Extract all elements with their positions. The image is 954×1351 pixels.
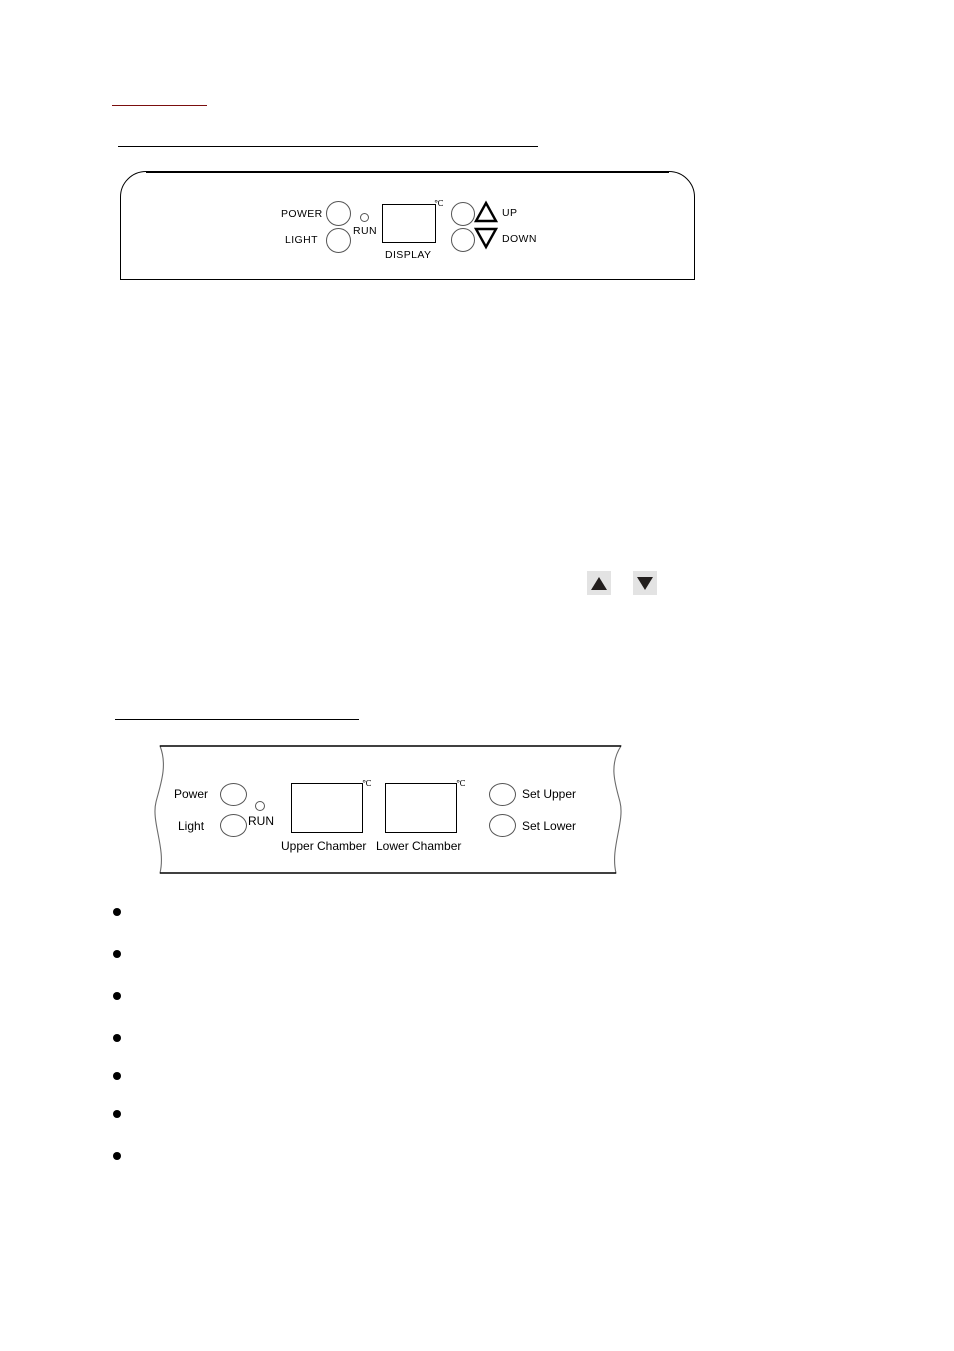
- panel-two-upper-chamber-unit: ℃: [362, 778, 372, 788]
- panel-two-power-button[interactable]: [220, 783, 247, 806]
- list-item-bullet: [113, 1152, 121, 1160]
- heading-rule-black-upper: [118, 146, 538, 147]
- panel-one-light-label: LIGHT: [285, 234, 318, 246]
- triangle-up-icon: [474, 200, 498, 223]
- list-item-bullet: [113, 1072, 121, 1080]
- inline-up-triangle-icon: [587, 571, 611, 595]
- panel-one-display-screen: [382, 204, 436, 243]
- panel-one-power-label: POWER: [281, 208, 323, 220]
- control-panel-diagram-two: Power Light RUN ℃ Upper Chamber ℃ Lower …: [138, 744, 643, 875]
- panel-two-light-label: Light: [178, 819, 205, 833]
- heading-rule-red: [112, 105, 207, 106]
- panel-one-top-edge: [146, 171, 669, 173]
- list-item-bullet: [113, 992, 121, 1000]
- body-paragraph-block-two: [112, 620, 852, 690]
- list-item-bullet: [113, 908, 121, 916]
- triangle-down-icon: [474, 227, 498, 250]
- list-item-bullet: [113, 1034, 121, 1042]
- list-item-bullet: [113, 1110, 121, 1118]
- panel-one-run-indicator-lamp: [360, 213, 369, 222]
- panel-two-upper-chamber-caption: Upper Chamber: [281, 839, 367, 853]
- panel-one-up-button[interactable]: [451, 202, 475, 226]
- panel-one-display-unit: ℃: [434, 198, 444, 208]
- panel-two-set-lower-label: Set Lower: [522, 819, 577, 833]
- panel-two-power-label: Power: [174, 787, 209, 801]
- panel-two-lower-chamber-unit: ℃: [456, 778, 466, 788]
- panel-one-light-button[interactable]: [326, 228, 351, 253]
- body-paragraph-block: [112, 320, 852, 530]
- heading-rule-black-lower: [115, 719, 359, 720]
- panel-two-set-upper-label: Set Upper: [522, 787, 577, 801]
- panel-two-run-label: RUN: [248, 814, 274, 828]
- panel-two-set-upper-button[interactable]: [489, 783, 516, 806]
- panel-one-down-label: DOWN: [502, 233, 537, 245]
- control-panel-diagram-one: POWER LIGHT RUN ℃ DISPLAY UP DOWN: [120, 171, 695, 280]
- list-item-bullet: [113, 950, 121, 958]
- panel-one-display-caption: DISPLAY: [385, 249, 432, 261]
- panel-two-light-button[interactable]: [220, 814, 247, 837]
- panel-two-upper-chamber-screen: [291, 783, 363, 833]
- panel-two-lower-chamber-caption: Lower Chamber: [376, 839, 462, 853]
- panel-two-set-lower-button[interactable]: [489, 814, 516, 837]
- panel-two-run-indicator-lamp: [255, 801, 265, 811]
- inline-down-triangle-icon: [633, 571, 657, 595]
- panel-two-lower-chamber-screen: [385, 783, 457, 833]
- panel-one-power-button[interactable]: [326, 201, 351, 226]
- document-page: POWER LIGHT RUN ℃ DISPLAY UP DOWN Power …: [0, 0, 954, 1351]
- panel-one-run-label: RUN: [353, 225, 377, 237]
- panel-one-down-button[interactable]: [451, 228, 475, 252]
- panel-one-up-label: UP: [502, 207, 518, 219]
